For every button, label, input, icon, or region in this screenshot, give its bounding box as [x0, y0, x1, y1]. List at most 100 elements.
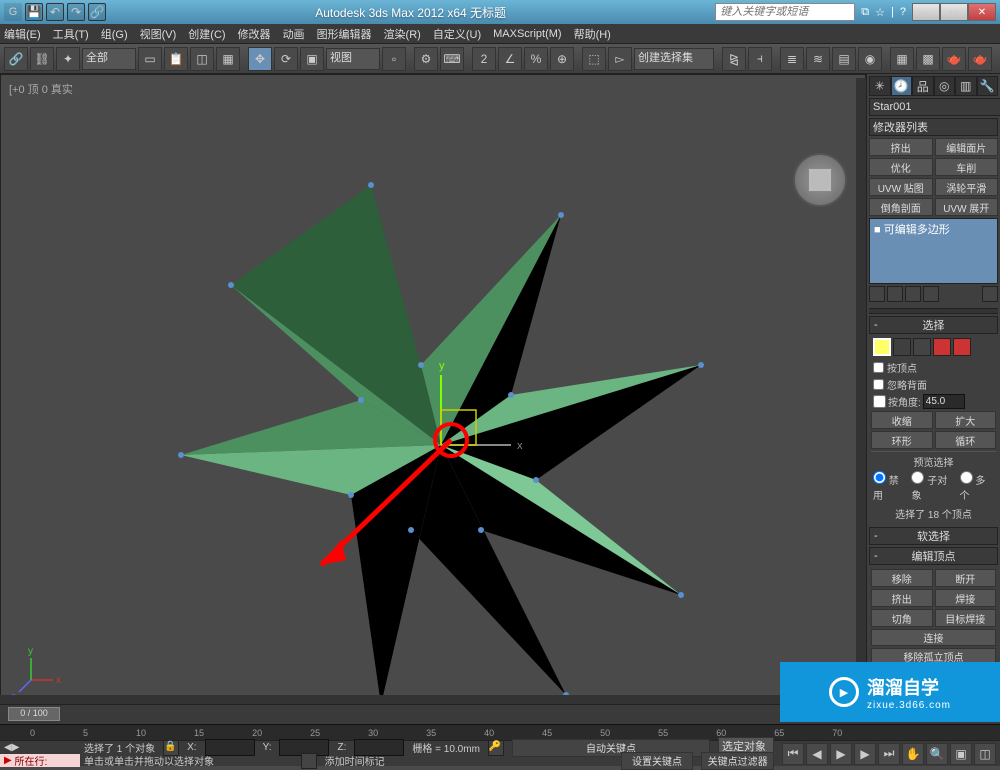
- snap-angle-icon[interactable]: ∠: [498, 47, 522, 71]
- radio-preview-multi[interactable]: [960, 471, 973, 484]
- menu-view[interactable]: 视图(V): [140, 26, 177, 42]
- pan-icon[interactable]: ✋: [902, 743, 924, 765]
- prev-frame-icon[interactable]: ◀: [806, 743, 828, 765]
- link-icon[interactable]: 🔗: [4, 47, 28, 71]
- menu-modifiers[interactable]: 修改器: [238, 26, 271, 42]
- menu-group[interactable]: 组(G): [101, 26, 128, 42]
- selection-filter-dropdown[interactable]: 全部: [82, 48, 136, 70]
- snap-spinner-icon[interactable]: ⊕: [550, 47, 574, 71]
- bind-icon[interactable]: ✦: [56, 47, 80, 71]
- pivot-icon[interactable]: ▫: [382, 47, 406, 71]
- select-name-icon[interactable]: 📋: [164, 47, 188, 71]
- select-icon[interactable]: ▭: [138, 47, 162, 71]
- btn-weld[interactable]: 焊接: [935, 589, 997, 607]
- stack-config-icon[interactable]: [982, 286, 998, 302]
- angle-input[interactable]: [923, 394, 965, 409]
- save-icon[interactable]: 💾: [25, 3, 43, 21]
- menu-customize[interactable]: 自定义(U): [433, 26, 481, 42]
- zoom-ext-icon[interactable]: ▣: [950, 743, 972, 765]
- tag-icon[interactable]: [301, 753, 317, 769]
- rollout-softsel[interactable]: 软选择: [869, 527, 998, 545]
- menu-create[interactable]: 创建(C): [188, 26, 225, 42]
- render-frame-icon[interactable]: ▩: [916, 47, 940, 71]
- tab-create-icon[interactable]: ✳: [869, 76, 891, 96]
- mod-btn-bevelprof[interactable]: 倒角剖面: [869, 198, 933, 216]
- mirror-icon[interactable]: ▻: [608, 47, 632, 71]
- menu-edit[interactable]: 编辑(E): [4, 26, 41, 42]
- render-icon[interactable]: 🫖: [942, 47, 966, 71]
- stack-showend-icon[interactable]: [887, 286, 903, 302]
- rotate-icon[interactable]: ⟳: [274, 47, 298, 71]
- subobj-poly-icon[interactable]: [933, 338, 951, 356]
- manip-icon[interactable]: ⚙: [414, 47, 438, 71]
- menu-tools[interactable]: 工具(T): [53, 26, 89, 42]
- goto-start-icon[interactable]: ⏮: [782, 743, 804, 765]
- rollout-selection[interactable]: 选择: [869, 316, 998, 334]
- redo-icon[interactable]: ↷: [67, 3, 85, 21]
- btn-chamfer[interactable]: 切角: [871, 609, 933, 627]
- next-frame-icon[interactable]: ▶: [854, 743, 876, 765]
- subobj-element-icon[interactable]: [953, 338, 971, 356]
- menu-render[interactable]: 渲染(R): [384, 26, 421, 42]
- siggraph-icon[interactable]: ☆: [875, 6, 885, 19]
- snap-2d-icon[interactable]: 2: [472, 47, 496, 71]
- time-ruler[interactable]: 0510152025303540455055606570: [0, 724, 1000, 740]
- close-button[interactable]: ✕: [968, 3, 996, 21]
- fov-icon[interactable]: ◫: [974, 743, 996, 765]
- btn-grow[interactable]: 扩大: [935, 411, 997, 429]
- tab-display-icon[interactable]: ▥: [955, 76, 977, 96]
- mirror-tool-icon[interactable]: ⧎: [722, 47, 746, 71]
- stack-unique-icon[interactable]: [905, 286, 921, 302]
- play-icon[interactable]: ▶: [830, 743, 852, 765]
- btn-connect[interactable]: 连接: [871, 629, 996, 646]
- tab-hierarchy-icon[interactable]: 品: [912, 76, 934, 96]
- infocenter-icon[interactable]: ⧉: [861, 6, 869, 19]
- btn-extrude[interactable]: 挤出: [871, 589, 933, 607]
- mod-btn-editpatch[interactable]: 编辑面片: [935, 138, 999, 156]
- mod-btn-optimize[interactable]: 优化: [869, 158, 933, 176]
- named-selection-dropdown[interactable]: 创建选择集: [634, 48, 714, 70]
- undo-icon[interactable]: ↶: [46, 3, 64, 21]
- qat-link-icon[interactable]: 🔗: [88, 3, 106, 21]
- align-icon[interactable]: ⫞: [748, 47, 772, 71]
- help-search-input[interactable]: [715, 3, 855, 21]
- select-region-icon[interactable]: ◫: [190, 47, 214, 71]
- unlink-icon[interactable]: ⛓: [30, 47, 54, 71]
- goto-end-icon[interactable]: ⏭: [878, 743, 900, 765]
- stack-pin-icon[interactable]: [869, 286, 885, 302]
- tab-modify-icon[interactable]: 🕗: [891, 76, 913, 96]
- material-icon[interactable]: ◉: [858, 47, 882, 71]
- v-scrollbar[interactable]: [856, 78, 866, 692]
- rollout-editvertex[interactable]: 编辑顶点: [869, 547, 998, 565]
- btn-loop[interactable]: 循环: [935, 431, 997, 449]
- mod-btn-uvwmap[interactable]: UVW 贴图: [869, 178, 933, 196]
- named-sel-icon[interactable]: ⬚: [582, 47, 606, 71]
- radio-preview-sub[interactable]: [911, 471, 924, 484]
- snap-percent-icon[interactable]: %: [524, 47, 548, 71]
- mod-btn-extrude[interactable]: 挤出: [869, 138, 933, 156]
- app-icon[interactable]: G: [4, 3, 22, 21]
- menu-animation[interactable]: 动画: [283, 26, 305, 42]
- maximize-button[interactable]: ▭: [940, 3, 968, 21]
- zoom-icon[interactable]: 🔍: [926, 743, 948, 765]
- mod-btn-uvwunwrap[interactable]: UVW 展开: [935, 198, 999, 216]
- chk-by-vertex[interactable]: [873, 362, 884, 373]
- chk-ignore-backface[interactable]: [873, 379, 884, 390]
- radio-preview-off[interactable]: [873, 471, 886, 484]
- stack-remove-icon[interactable]: [923, 286, 939, 302]
- subobj-border-icon[interactable]: [913, 338, 931, 356]
- btn-shrink[interactable]: 收缩: [871, 411, 933, 429]
- layers-icon[interactable]: ≣: [780, 47, 804, 71]
- menu-help[interactable]: 帮助(H): [574, 26, 611, 42]
- schematic-icon[interactable]: ▤: [832, 47, 856, 71]
- help-icon[interactable]: ?: [900, 6, 906, 19]
- btn-target-weld[interactable]: 目标焊接: [935, 609, 997, 627]
- chk-by-angle[interactable]: [873, 395, 886, 408]
- modifier-list-dropdown[interactable]: 修改器列表: [869, 118, 998, 136]
- keyboard-icon[interactable]: ⌨: [440, 47, 464, 71]
- object-name-input[interactable]: [869, 98, 1000, 116]
- btn-ring[interactable]: 环形: [871, 431, 933, 449]
- btn-remove[interactable]: 移除: [871, 569, 933, 587]
- minimize-button[interactable]: —: [912, 3, 940, 21]
- mod-btn-turbo[interactable]: 涡轮平滑: [935, 178, 999, 196]
